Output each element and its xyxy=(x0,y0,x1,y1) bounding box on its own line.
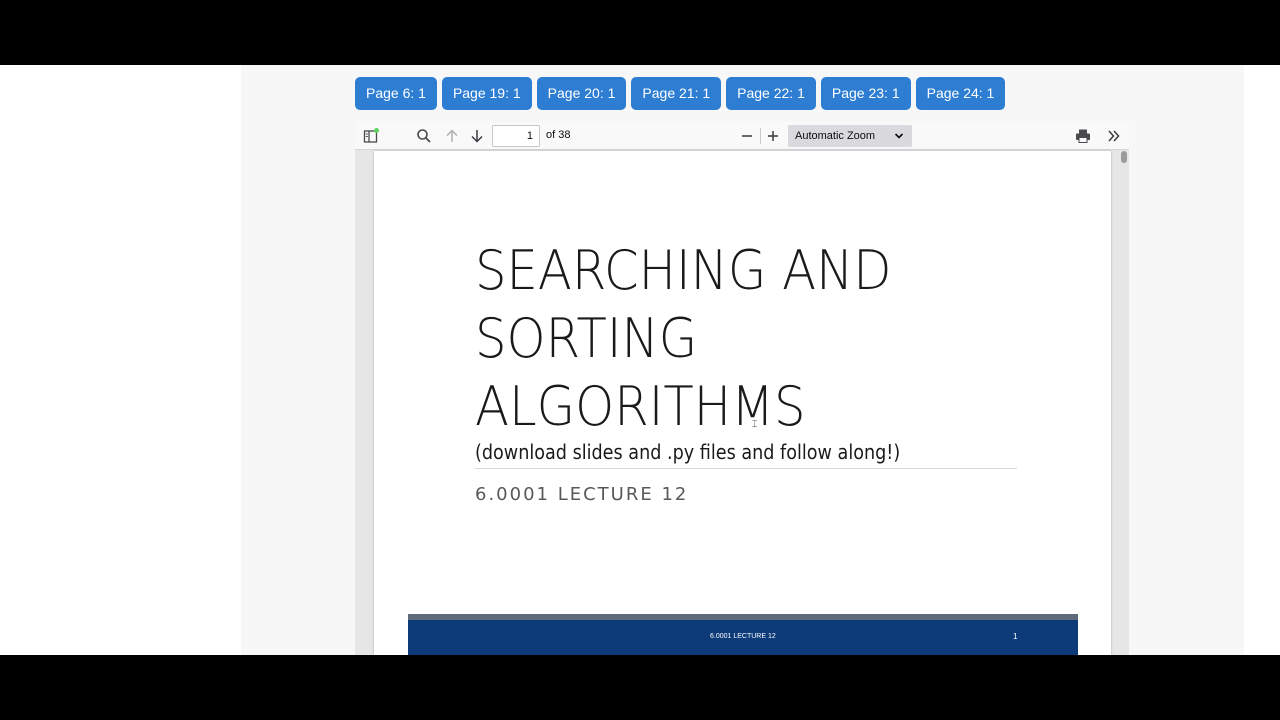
page-button-6[interactable]: Page 6: 1 xyxy=(355,77,437,110)
viewer-scrollbar-thumb[interactable] xyxy=(1121,151,1127,163)
page-button-20[interactable]: Page 20: 1 xyxy=(536,77,627,110)
mouse-cursor-icon: ⌶ xyxy=(752,419,758,429)
slide-title-line-1: SEARCHING AND xyxy=(475,239,892,302)
letterbox-top xyxy=(0,0,1280,65)
zoom-out-button[interactable] xyxy=(737,126,757,146)
page-button-21[interactable]: Page 21: 1 xyxy=(631,77,722,110)
double-chevron-right-icon xyxy=(1108,130,1120,142)
letterbox-bottom xyxy=(0,655,1280,720)
next-page-button[interactable] xyxy=(467,126,487,146)
page-button-bar: Page 6: 1 Page 19: 1 Page 20: 1 Page 21:… xyxy=(355,77,1006,110)
slide-footer-text: 6.0001 LECTURE 12 xyxy=(710,633,776,640)
slide-title-line-2: SORTING xyxy=(475,307,698,370)
zoom-select[interactable]: Automatic Zoom xyxy=(788,125,912,147)
print-button[interactable] xyxy=(1073,126,1093,146)
tools-button[interactable] xyxy=(1104,126,1124,146)
slide-footer: 6.0001 LECTURE 12 1 xyxy=(408,620,1078,655)
slide-title: SEARCHING AND SORTING ALGORITHMS xyxy=(475,237,1027,441)
plus-icon xyxy=(768,131,778,141)
slide-divider xyxy=(475,468,1017,469)
browser-page: Page 6: 1 Page 19: 1 Page 20: 1 Page 21:… xyxy=(0,65,1280,655)
minus-icon xyxy=(742,135,752,137)
viewer-scrollbar[interactable] xyxy=(1119,150,1129,655)
slide-lecture-label: 6.0001 LECTURE 12 xyxy=(475,484,689,505)
print-icon xyxy=(1076,129,1090,143)
right-margin xyxy=(1244,65,1280,655)
page-button-24[interactable]: Page 24: 1 xyxy=(915,77,1006,110)
page-number-input[interactable]: 1 xyxy=(492,125,540,147)
page-button-23[interactable]: Page 23: 1 xyxy=(820,77,911,110)
zoom-select-value: Automatic Zoom xyxy=(795,130,876,142)
arrow-up-icon xyxy=(446,129,458,142)
slide-footer-page-number: 1 xyxy=(1013,632,1018,641)
sidebar-toggle-icon xyxy=(363,128,379,143)
sidebar-toggle-button[interactable] xyxy=(362,126,380,146)
page-button-22[interactable]: Page 22: 1 xyxy=(726,77,816,110)
slide-title-line-3: ALGORITHMS xyxy=(475,375,806,438)
search-icon xyxy=(417,129,431,143)
zoom-in-button[interactable] xyxy=(763,126,783,146)
slide-subtitle: (download slides and .py files and follo… xyxy=(475,440,901,464)
pdf-viewer: 1 of 38 Automatic Zoom SEARCHING AND SOR… xyxy=(355,122,1129,655)
previous-page-button[interactable] xyxy=(442,126,462,146)
page-total-label: of 38 xyxy=(546,129,571,141)
zoom-separator xyxy=(760,128,761,144)
pdf-page-1: SEARCHING AND SORTING ALGORITHMS (downlo… xyxy=(374,151,1111,655)
arrow-down-icon xyxy=(471,130,483,143)
find-button[interactable] xyxy=(414,126,434,146)
pdf-toolbar: 1 of 38 Automatic Zoom xyxy=(355,122,1129,150)
chevron-down-icon xyxy=(894,133,904,139)
page-button-19[interactable]: Page 19: 1 xyxy=(441,77,532,110)
